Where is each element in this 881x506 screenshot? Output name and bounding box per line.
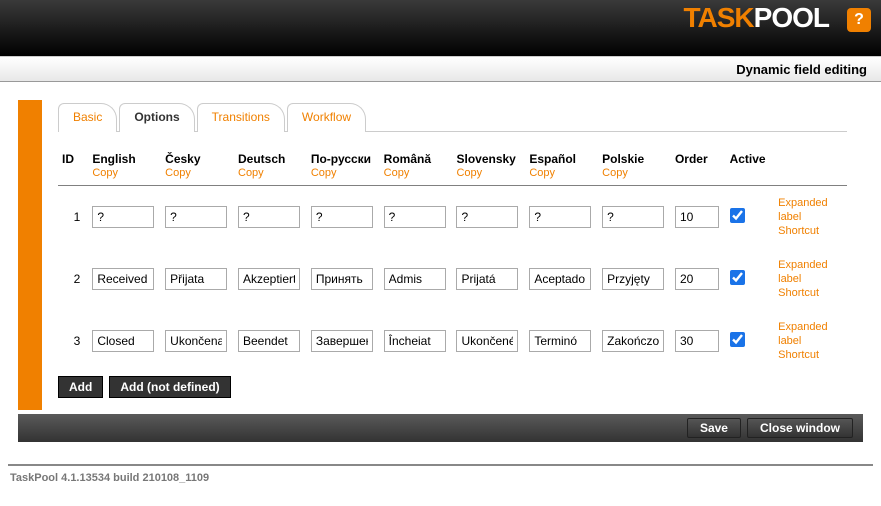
copy-link-de[interactable]: Copy	[238, 167, 301, 179]
table-row: 2 Expanded labelShortcut	[58, 248, 847, 310]
cell-input-en[interactable]	[92, 268, 154, 290]
cell-input-es[interactable]	[529, 330, 591, 352]
add-button[interactable]: Add	[58, 376, 103, 398]
row-id: 1	[58, 186, 88, 249]
col-sk: SlovenskyCopy	[452, 150, 525, 186]
col-en: EnglishCopy	[88, 150, 161, 186]
col-pl: PolskieCopy	[598, 150, 671, 186]
logo-part1: TASK	[684, 2, 754, 33]
copy-link-pl[interactable]: Copy	[602, 167, 665, 179]
active-checkbox[interactable]	[730, 270, 745, 285]
cell-input-en[interactable]	[92, 330, 154, 352]
cell-input-de[interactable]	[238, 206, 300, 228]
expanded-label-link[interactable]: Expanded label	[778, 196, 841, 224]
options-table: ID EnglishCopy ČeskyCopy DeutschCopy По-…	[58, 150, 847, 372]
cell-input-pl[interactable]	[602, 268, 664, 290]
table-row: 1 Expanded labelShortcut	[58, 186, 847, 249]
cell-input-ro[interactable]	[384, 206, 446, 228]
copy-link-en[interactable]: Copy	[92, 167, 155, 179]
cell-input-sk[interactable]	[456, 330, 518, 352]
shortcut-link[interactable]: Shortcut	[778, 348, 841, 362]
row-id: 2	[58, 248, 88, 310]
col-ru: По-русскиCopy	[307, 150, 380, 186]
active-checkbox[interactable]	[730, 208, 745, 223]
col-de: DeutschCopy	[234, 150, 307, 186]
cell-input-pl[interactable]	[602, 330, 664, 352]
cell-input-ro[interactable]	[384, 330, 446, 352]
app-header: TASKPOOL ?	[0, 0, 881, 56]
tab-basic[interactable]: Basic	[58, 103, 117, 132]
cell-input-ru[interactable]	[311, 268, 373, 290]
order-input[interactable]	[675, 268, 719, 290]
expanded-label-link[interactable]: Expanded label	[778, 258, 841, 286]
col-id: ID	[58, 150, 88, 186]
action-bar: Save Close window	[18, 414, 863, 442]
cell-input-cs[interactable]	[165, 330, 227, 352]
cell-input-pl[interactable]	[602, 206, 664, 228]
copy-link-es[interactable]: Copy	[529, 167, 592, 179]
footer-version: TaskPool 4.1.13534 build 210108_1109	[0, 466, 881, 494]
cell-input-ro[interactable]	[384, 268, 446, 290]
copy-link-ro[interactable]: Copy	[384, 167, 447, 179]
close-window-button[interactable]: Close window	[747, 418, 853, 438]
cell-input-es[interactable]	[529, 206, 591, 228]
order-input[interactable]	[675, 206, 719, 228]
tab-options[interactable]: Options	[119, 103, 194, 132]
shortcut-link[interactable]: Shortcut	[778, 224, 841, 238]
shortcut-link[interactable]: Shortcut	[778, 286, 841, 300]
save-button[interactable]: Save	[687, 418, 741, 438]
tab-workflow[interactable]: Workflow	[287, 103, 366, 132]
logo-part2: POOL	[754, 2, 829, 33]
active-checkbox[interactable]	[730, 332, 745, 347]
add-not-defined-button[interactable]: Add (not defined)	[109, 376, 230, 398]
cell-input-cs[interactable]	[165, 206, 227, 228]
cell-input-sk[interactable]	[456, 268, 518, 290]
cell-input-sk[interactable]	[456, 206, 518, 228]
cell-input-en[interactable]	[92, 206, 154, 228]
cell-input-de[interactable]	[238, 330, 300, 352]
cell-input-ru[interactable]	[311, 330, 373, 352]
tab-bar: Basic Options Transitions Workflow	[58, 102, 847, 131]
tab-transitions[interactable]: Transitions	[197, 103, 285, 132]
expanded-label-link[interactable]: Expanded label	[778, 320, 841, 348]
app-logo: TASKPOOL	[684, 2, 830, 34]
copy-link-cs[interactable]: Copy	[165, 167, 228, 179]
col-active: Active	[726, 150, 775, 186]
cell-input-cs[interactable]	[165, 268, 227, 290]
table-row: 3 Expanded labelShortcut	[58, 310, 847, 372]
col-cs: ČeskyCopy	[161, 150, 234, 186]
col-ro: RomânăCopy	[380, 150, 453, 186]
col-order: Order	[671, 150, 726, 186]
row-id: 3	[58, 310, 88, 372]
copy-link-sk[interactable]: Copy	[456, 167, 519, 179]
sidebar-accent	[18, 100, 42, 410]
page-subtitle: Dynamic field editing	[0, 56, 881, 82]
help-icon[interactable]: ?	[847, 8, 871, 32]
cell-input-ru[interactable]	[311, 206, 373, 228]
col-es: EspañolCopy	[525, 150, 598, 186]
copy-link-ru[interactable]: Copy	[311, 167, 374, 179]
cell-input-es[interactable]	[529, 268, 591, 290]
order-input[interactable]	[675, 330, 719, 352]
cell-input-de[interactable]	[238, 268, 300, 290]
